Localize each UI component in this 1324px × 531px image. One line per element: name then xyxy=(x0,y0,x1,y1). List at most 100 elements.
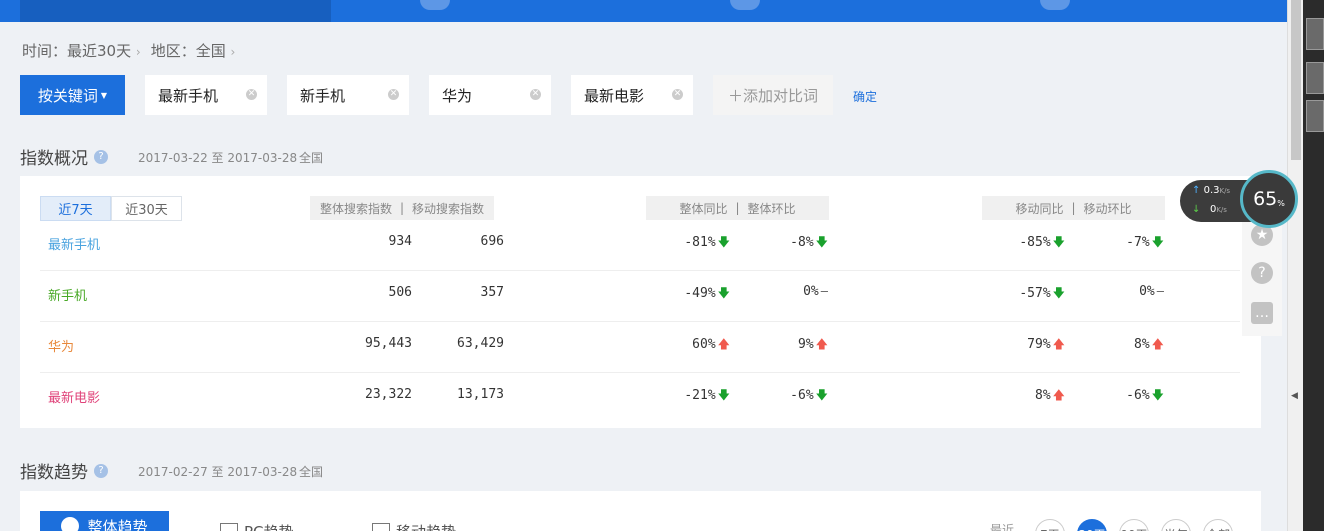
trend-panel: 整体趋势 PC趋势 移动趋势 最近 7天 30天 90天 半年 全部 xyxy=(20,491,1261,531)
total-index-value: 95,443 xyxy=(365,336,412,351)
arrow-flat-icon: — xyxy=(820,284,828,298)
arrow-down-icon: 🡇 xyxy=(815,235,828,249)
keyword-name[interactable]: 新手机 xyxy=(48,285,87,304)
nav-tab-active[interactable] xyxy=(20,0,331,22)
change-value: -81% 🡇 xyxy=(684,235,730,250)
tab-30-days[interactable]: 近30天 xyxy=(111,196,182,221)
search-mode-button[interactable]: 按关键词 ▼ xyxy=(20,75,125,115)
side-toolbar: ★ ? … xyxy=(1242,216,1282,336)
change-value: -21% 🡇 xyxy=(684,388,730,403)
change-value: -57% 🡇 xyxy=(1019,286,1065,301)
mobile-index-value: 13,173 xyxy=(457,387,504,402)
time-filter[interactable]: 时间：最近30天 › xyxy=(22,40,141,61)
keyword-chip[interactable]: 华为 ✕ xyxy=(429,75,551,115)
change-value: 0% — xyxy=(803,284,828,299)
range-30-days[interactable]: 30天 xyxy=(1077,519,1107,531)
range-half-year[interactable]: 半年 xyxy=(1161,519,1191,531)
change-value: -85% 🡇 xyxy=(1019,235,1065,250)
total-index-value: 23,322 xyxy=(365,387,412,402)
change-value: -7% 🡇 xyxy=(1126,235,1164,250)
chat-icon[interactable]: … xyxy=(1251,302,1273,324)
pc-trend-checkbox[interactable]: PC趋势 xyxy=(220,521,294,531)
nav-icon[interactable] xyxy=(420,0,450,10)
range-7-days[interactable]: 7天 xyxy=(1035,519,1065,531)
top-navigation-bar xyxy=(0,0,1287,22)
arrow-up-icon: 🡅 xyxy=(1052,388,1065,402)
taskbar-app-icon[interactable] xyxy=(1306,100,1324,132)
keyword-name[interactable]: 最新手机 xyxy=(48,234,100,253)
range-90-days[interactable]: 90天 xyxy=(1119,519,1149,531)
arrow-down-icon: 🡇 xyxy=(717,388,730,402)
keyword-chip[interactable]: 最新手机 ✕ xyxy=(145,75,267,115)
total-index-value: 506 xyxy=(388,285,412,300)
change-value: -8% 🡇 xyxy=(790,235,828,250)
overall-trend-button[interactable]: 整体趋势 xyxy=(40,511,169,531)
change-value: 60% 🡅 xyxy=(692,337,730,352)
change-value: -6% 🡇 xyxy=(1126,388,1164,403)
filter-breadcrumb: 时间：最近30天 › 地区：全国 › xyxy=(22,40,235,61)
trend-title: 指数趋势? xyxy=(20,458,108,483)
arrow-down-icon: 🡇 xyxy=(717,235,730,249)
nav-icon[interactable] xyxy=(730,0,760,10)
arrow-flat-icon: — xyxy=(1156,284,1164,298)
period-tabs: 近7天 近30天 xyxy=(40,196,182,221)
trend-date-range: 2017-02-27 至 2017-03-28 xyxy=(138,465,298,479)
remove-keyword-icon[interactable]: ✕ xyxy=(672,89,683,100)
remove-keyword-icon[interactable]: ✕ xyxy=(388,89,399,100)
change-value: 79% 🡅 xyxy=(1027,337,1065,352)
keyword-chip[interactable]: 新手机 ✕ xyxy=(287,75,409,115)
arrow-down-icon: 🡇 xyxy=(717,286,730,300)
change-value: 8% 🡅 xyxy=(1035,388,1065,403)
arrow-down-icon: 🡇 xyxy=(1151,235,1164,249)
table-row: 最新手机 934 696 -81% 🡇 -8% 🡇 -85% 🡇 -7% 🡇 xyxy=(40,220,1240,271)
table-row: 新手机 506 357 -49% 🡇 0% — -57% 🡇 0% — xyxy=(40,271,1240,322)
remove-keyword-icon[interactable]: ✕ xyxy=(246,89,257,100)
memory-gauge[interactable]: 65% xyxy=(1240,170,1298,228)
overall-change-header: 整体同比 | 整体环比 xyxy=(646,196,829,220)
keyword-name[interactable]: 最新电影 xyxy=(48,387,100,406)
mobile-change-header: 移动同比 | 移动环比 xyxy=(982,196,1165,220)
mobile-index-value: 357 xyxy=(480,285,504,300)
range-label: 最近 xyxy=(990,523,1015,531)
table-row: 最新电影 23,322 13,173 -21% 🡇 -6% 🡇 8% 🡅 -6% 🡇 xyxy=(40,373,1240,424)
arrow-up-icon: 🡅 xyxy=(1151,337,1164,351)
confirm-link[interactable]: 确定 xyxy=(853,88,877,105)
arrow-down-icon: 🡇 xyxy=(815,388,828,402)
range-all[interactable]: 全部 xyxy=(1203,519,1233,531)
arrow-down-icon: 🡇 xyxy=(1151,388,1164,402)
arrow-up-icon: 🡅 xyxy=(815,337,828,351)
remove-keyword-icon[interactable]: ✕ xyxy=(530,89,541,100)
arrow-down-icon: 🡇 xyxy=(1052,235,1065,249)
table-row: 华为 95,443 63,429 60% 🡅 9% 🡅 79% 🡅 8% 🡅 xyxy=(40,322,1240,373)
keyword-chip[interactable]: 最新电影 ✕ xyxy=(571,75,693,115)
taskbar-app-icon[interactable] xyxy=(1306,62,1324,94)
help-icon[interactable]: ? xyxy=(94,463,108,478)
vertical-scrollbar[interactable]: ◀ xyxy=(1287,0,1303,531)
help-icon[interactable]: ? xyxy=(94,149,108,164)
overview-panel: 近7天 近30天 整体搜索指数 | 移动搜索指数 整体同比 | 整体环比 移动同比 | 移动… xyxy=(20,176,1261,428)
change-value: 0% — xyxy=(1139,284,1164,299)
overview-title: 指数概况? xyxy=(20,144,108,169)
taskbar-app-icon[interactable] xyxy=(1306,18,1324,50)
change-value: -6% 🡇 xyxy=(790,388,828,403)
region-filter[interactable]: 地区：全国 › xyxy=(151,40,236,61)
arrow-down-icon: 🡇 xyxy=(1052,286,1065,300)
keyword-name[interactable]: 华为 xyxy=(48,336,74,355)
trend-region: 全国 xyxy=(299,465,324,479)
help-icon[interactable]: ? xyxy=(1251,262,1273,284)
pie-chart-icon xyxy=(61,517,80,531)
scrollbar-thumb[interactable] xyxy=(1291,0,1301,160)
scroll-left-arrow[interactable]: ◀ xyxy=(1291,391,1298,401)
total-index-value: 934 xyxy=(388,234,412,249)
mobile-trend-checkbox[interactable]: 移动趋势 xyxy=(372,521,456,531)
add-keyword-button[interactable]: ＋添加对比词 xyxy=(713,75,833,115)
change-value: -49% 🡇 xyxy=(684,286,730,301)
tab-7-days[interactable]: 近7天 xyxy=(40,196,111,221)
mobile-index-value: 63,429 xyxy=(457,336,504,351)
arrow-up-icon: 🡅 xyxy=(717,337,730,351)
nav-icon[interactable] xyxy=(1040,0,1070,10)
change-value: 8% 🡅 xyxy=(1134,337,1164,352)
side-taskbar xyxy=(1303,0,1324,531)
change-value: 9% 🡅 xyxy=(798,337,828,352)
plus-icon: ＋ xyxy=(727,86,743,105)
